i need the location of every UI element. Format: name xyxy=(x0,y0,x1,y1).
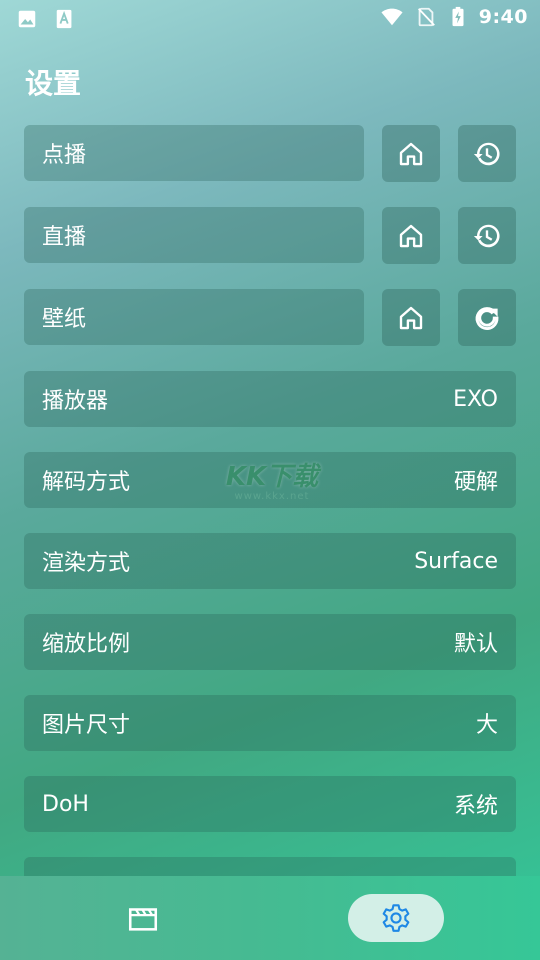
row-decode-mode[interactable]: 解码方式 硬解 xyxy=(24,452,516,508)
no-sim-icon xyxy=(417,7,435,27)
row-render-mode[interactable]: 渲染方式 Surface xyxy=(24,533,516,589)
row-value: 大 xyxy=(475,713,498,738)
row-value: 硬解 xyxy=(453,470,498,495)
row-label: 图片尺寸 xyxy=(42,713,131,738)
vod-history-button[interactable] xyxy=(458,125,516,182)
row-live[interactable]: 直播 xyxy=(24,207,364,263)
home-icon xyxy=(399,306,423,329)
vod-home-button[interactable] xyxy=(382,125,440,182)
status-bar: 9:40 xyxy=(0,0,540,36)
live-history-button[interactable] xyxy=(458,207,516,264)
wallpaper-home-button[interactable] xyxy=(382,289,440,346)
row-label: 缩放比例 xyxy=(42,632,131,657)
row-value: Surface xyxy=(414,548,498,574)
row-value: 系统 xyxy=(453,794,498,819)
row-scale[interactable]: 缩放比例 默认 xyxy=(24,614,516,670)
row-label: DoH xyxy=(42,791,89,817)
film-icon xyxy=(128,908,158,931)
refresh-icon xyxy=(475,306,499,330)
row-label: 直播 xyxy=(42,225,87,250)
live-home-button[interactable] xyxy=(382,207,440,264)
row-label: 点播 xyxy=(42,143,87,168)
nav-home-button[interactable] xyxy=(95,894,191,942)
row-vod[interactable]: 点播 xyxy=(24,125,364,181)
row-label: 播放器 xyxy=(42,389,109,414)
history-icon xyxy=(473,142,500,165)
row-wallpaper[interactable]: 壁纸 xyxy=(24,289,364,345)
home-icon xyxy=(399,142,423,165)
wallpaper-refresh-button[interactable] xyxy=(458,289,516,346)
row-doh[interactable]: DoH 系统 xyxy=(24,776,516,832)
row-value: EXO xyxy=(453,386,498,412)
image-icon xyxy=(18,10,36,28)
nav-settings-button[interactable] xyxy=(348,894,444,942)
battery-charging-icon xyxy=(452,6,464,27)
row-label: 壁纸 xyxy=(42,307,87,332)
row-player[interactable]: 播放器 EXO xyxy=(24,371,516,427)
text-a-icon xyxy=(56,9,72,29)
bottom-nav xyxy=(0,876,540,960)
home-icon xyxy=(399,224,423,247)
row-label: 渲染方式 xyxy=(42,551,131,576)
row-image-size[interactable]: 图片尺寸 大 xyxy=(24,695,516,751)
wifi-icon xyxy=(381,8,403,26)
row-value: 默认 xyxy=(453,632,498,657)
history-icon xyxy=(473,224,500,247)
page-title: 设置 xyxy=(25,67,82,100)
clock: 9:40 xyxy=(478,6,528,28)
row-partial[interactable] xyxy=(24,857,516,876)
row-label: 解码方式 xyxy=(42,470,131,495)
gear-icon xyxy=(382,904,410,932)
